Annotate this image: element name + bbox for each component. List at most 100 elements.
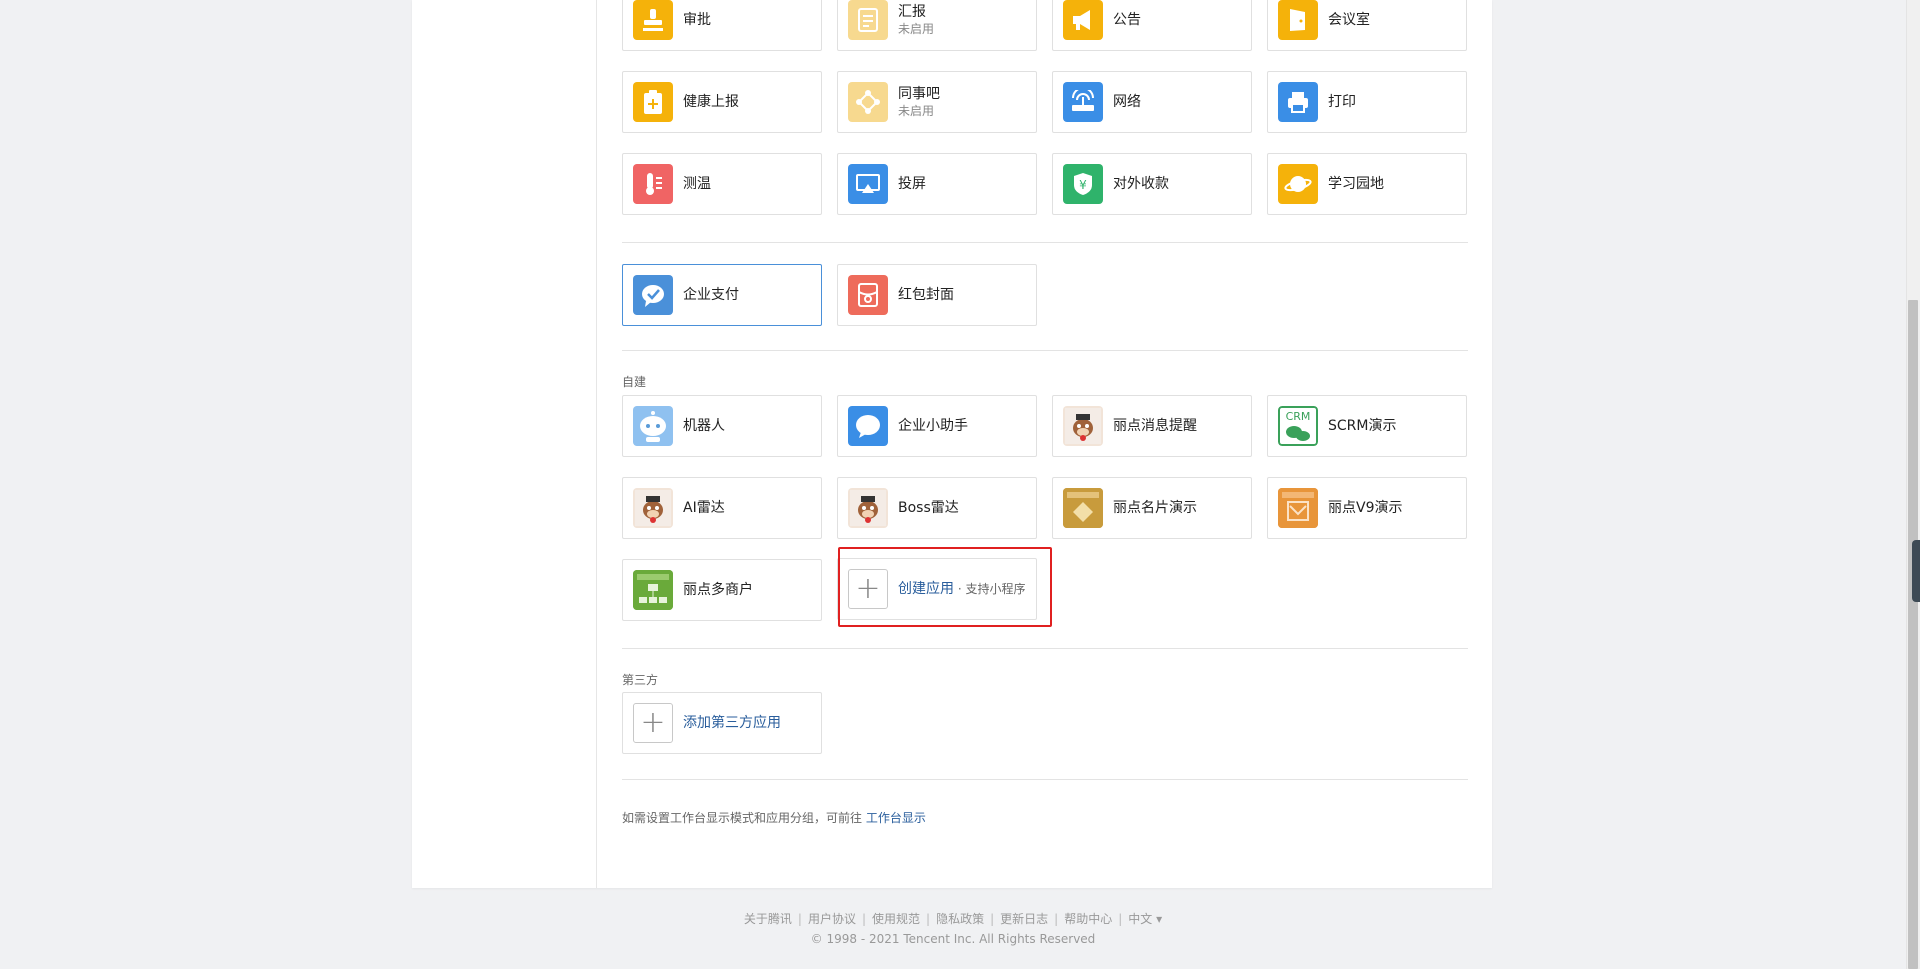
- app-card[interactable]: 红包封面: [837, 264, 1037, 326]
- thermometer-icon: [633, 164, 673, 204]
- v9-logo-icon: [1278, 488, 1318, 528]
- footer-links: 关于腾讯 | 用户协议 | 使用规范 | 隐私政策 | 更新日志 | 帮助中心 | 中文 ▾: [0, 910, 1906, 927]
- app-name: 丽点名片演示: [1113, 500, 1197, 516]
- section-label-custom: 自建: [622, 375, 647, 389]
- app-name: 丽点多商户: [683, 582, 753, 598]
- app-name: 对外收款: [1113, 176, 1169, 192]
- app-name: 企业支付: [683, 287, 739, 303]
- app-name: 投屏: [898, 176, 926, 192]
- footer-link[interactable]: 用户协议: [808, 912, 856, 926]
- door-icon: [1278, 0, 1318, 40]
- footer-link[interactable]: 使用规范: [872, 912, 920, 926]
- app-card[interactable]: CRM SCRM演示: [1267, 395, 1467, 457]
- footer-separator: |: [1118, 912, 1123, 926]
- crm-wechat-icon: CRM: [1278, 406, 1318, 446]
- app-card[interactable]: 丽点名片演示: [1052, 477, 1252, 539]
- workbench-display-link[interactable]: 工作台显示: [866, 811, 926, 825]
- health-clipboard-icon: [633, 82, 673, 122]
- app-card[interactable]: 汇报 未启用: [837, 0, 1037, 51]
- footer-link[interactable]: 关于腾讯: [744, 912, 792, 926]
- add-third-party-app-button[interactable]: + 添加第三方应用: [622, 692, 822, 754]
- workbench-note: 如需设置工作台显示模式和应用分组，可前往 工作台显示: [622, 809, 926, 826]
- vertical-scrollbar[interactable]: [1906, 0, 1920, 969]
- app-name: 机器人: [683, 418, 725, 434]
- report-icon: [848, 0, 888, 40]
- app-name: 同事吧: [898, 86, 940, 102]
- printer-icon: [1278, 82, 1318, 122]
- footer-link[interactable]: 中文 ▾: [1128, 912, 1162, 926]
- create-app-button[interactable]: + 创建应用 · 支持小程序: [837, 558, 1037, 620]
- app-card[interactable]: 网络: [1052, 71, 1252, 133]
- app-card[interactable]: 测温: [622, 153, 822, 215]
- app-name: 打印: [1328, 94, 1356, 110]
- app-card[interactable]: 企业小助手: [837, 395, 1037, 457]
- stamp-icon: [633, 0, 673, 40]
- app-name: 学习园地: [1328, 176, 1384, 192]
- megaphone-icon: [1063, 0, 1103, 40]
- side-handle[interactable]: [1912, 540, 1920, 602]
- app-name: 测温: [683, 176, 711, 192]
- app-card[interactable]: 投屏: [837, 153, 1037, 215]
- footer-link[interactable]: 更新日志: [1000, 912, 1048, 926]
- mascot-icon: [633, 488, 673, 528]
- app-card[interactable]: 审批: [622, 0, 822, 51]
- app-name: SCRM演示: [1328, 418, 1397, 434]
- footer-link[interactable]: 帮助中心: [1064, 912, 1112, 926]
- screencast-icon: [848, 164, 888, 204]
- footer-separator: |: [990, 912, 995, 926]
- mascot-icon: [1063, 406, 1103, 446]
- note-text: 如需设置工作台显示模式和应用分组，可前往: [622, 811, 866, 825]
- app-card[interactable]: 企业支付: [622, 264, 822, 326]
- app-card[interactable]: 打印: [1267, 71, 1467, 133]
- app-card[interactable]: 公告: [1052, 0, 1252, 51]
- app-status: 未启用: [898, 104, 935, 118]
- app-card[interactable]: 学习园地: [1267, 153, 1467, 215]
- app-name: 健康上报: [683, 94, 739, 110]
- copyright: © 1998 - 2021 Tencent Inc. All Rights Re…: [810, 932, 1096, 946]
- app-name: 企业小助手: [898, 418, 968, 434]
- chat-bubble-icon: [848, 406, 888, 446]
- app-card[interactable]: 机器人: [622, 395, 822, 457]
- app-name: 丽点V9演示: [1328, 500, 1403, 516]
- app-name: 丽点消息提醒: [1113, 418, 1197, 434]
- router-icon: [1063, 82, 1103, 122]
- add-third-party-label: 添加第三方应用: [683, 715, 781, 731]
- app-card[interactable]: Boss雷达: [837, 477, 1037, 539]
- wechat-pay-icon: [633, 275, 673, 315]
- footer-separator: |: [861, 912, 867, 926]
- divider: [622, 648, 1468, 649]
- create-app-hint: · 支持小程序: [954, 582, 1026, 596]
- app-card[interactable]: 丽点V9演示: [1267, 477, 1467, 539]
- divider: [622, 242, 1468, 243]
- app-name: Boss雷达: [898, 500, 959, 516]
- app-card[interactable]: 会议室: [1267, 0, 1467, 51]
- app-card[interactable]: 丽点多商户: [622, 559, 822, 621]
- yuan-shield-icon: ¥: [1063, 164, 1103, 204]
- svg-text:¥: ¥: [1079, 178, 1087, 192]
- app-name: 网络: [1113, 94, 1141, 110]
- footer-separator: |: [1054, 912, 1059, 926]
- footer-link[interactable]: 隐私政策: [936, 912, 984, 926]
- app-card[interactable]: 同事吧 未启用: [837, 71, 1037, 133]
- divider: [622, 350, 1468, 351]
- footer-separator: |: [797, 912, 802, 926]
- divider: [622, 779, 1468, 780]
- app-status: 未启用: [898, 22, 935, 36]
- app-name: 红包封面: [898, 287, 954, 303]
- create-app-label: 创建应用: [898, 581, 954, 597]
- plus-icon: +: [633, 703, 673, 743]
- app-card[interactable]: 丽点消息提醒: [1052, 395, 1252, 457]
- share-diamond-icon: [848, 82, 888, 122]
- card-logo-icon: [1063, 488, 1103, 528]
- app-name: AI雷达: [683, 500, 725, 516]
- left-sidebar: [412, 0, 597, 888]
- red-packet-icon: [848, 275, 888, 315]
- app-card[interactable]: 健康上报: [622, 71, 822, 133]
- robot-icon: [633, 406, 673, 446]
- footer-separator: |: [926, 912, 931, 926]
- scrollbar-thumb[interactable]: [1908, 300, 1918, 969]
- app-card[interactable]: ¥ 对外收款: [1052, 153, 1252, 215]
- app-name: 汇报: [898, 4, 926, 20]
- mascot-icon: [848, 488, 888, 528]
- app-card[interactable]: AI雷达: [622, 477, 822, 539]
